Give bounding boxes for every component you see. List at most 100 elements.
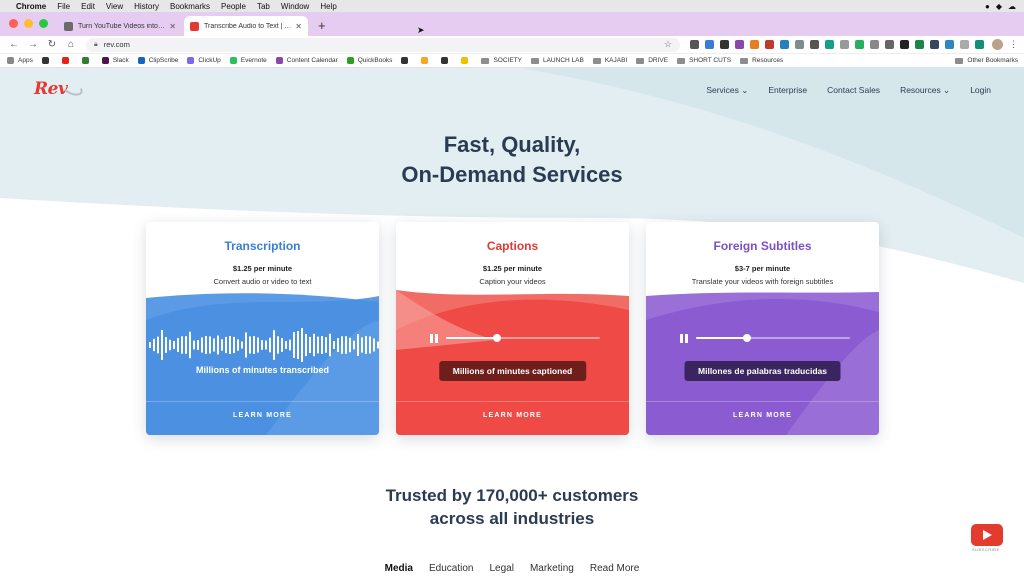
bookmark-item[interactable]: Apps [7, 57, 33, 64]
extension-icon[interactable] [780, 40, 789, 49]
extension-icon[interactable] [825, 40, 834, 49]
menu-history[interactable]: History [134, 2, 159, 11]
progress-knob[interactable] [492, 334, 501, 342]
home-icon[interactable]: ⌂ [66, 39, 76, 50]
nav-contact-sales[interactable]: Contact Sales [827, 85, 880, 96]
dropbox-icon[interactable]: ◆ [996, 2, 1002, 11]
minimize-window-icon[interactable] [24, 19, 33, 28]
bookmark-label: Content Calendar [286, 57, 338, 64]
reload-icon[interactable]: ↻ [47, 39, 57, 50]
tab-media[interactable]: Media [385, 563, 413, 574]
youtube-subscribe-icon[interactable] [971, 524, 1003, 546]
bookmark-item[interactable] [81, 57, 93, 64]
bookmark-item[interactable]: SOCIETY [481, 57, 522, 64]
progress-track[interactable] [446, 334, 600, 342]
pinterest-icon[interactable] [765, 40, 774, 49]
waveform-bar [349, 337, 351, 353]
close-window-icon[interactable] [9, 19, 18, 28]
menu-view[interactable]: View [106, 2, 123, 11]
extension-icon[interactable] [930, 40, 939, 49]
extension-icon[interactable] [750, 40, 759, 49]
record-icon[interactable]: ● [985, 2, 990, 11]
menu-edit[interactable]: Edit [81, 2, 95, 11]
forward-arrow-icon[interactable]: → [28, 39, 38, 50]
back-arrow-icon[interactable]: ← [9, 39, 19, 50]
learn-more-button[interactable]: LEARN MORE [396, 412, 629, 419]
extension-icon[interactable] [705, 40, 714, 49]
bookmark-item[interactable] [421, 57, 432, 64]
bookmark-item[interactable]: QuickBooks [346, 57, 392, 64]
menu-tab[interactable]: Tab [257, 2, 270, 11]
extension-icon[interactable] [915, 40, 924, 49]
pause-icon[interactable] [430, 334, 438, 343]
tab-education[interactable]: Education [429, 563, 473, 574]
bookmark-star-icon[interactable]: ☆ [664, 39, 672, 50]
learn-more-button[interactable]: LEARN MORE [646, 412, 879, 419]
bookmark-item[interactable] [401, 57, 412, 64]
bookmark-item[interactable]: Resources [740, 57, 783, 64]
bookmark-item[interactable]: Evernote [229, 57, 267, 64]
extension-icon[interactable] [795, 40, 804, 49]
lock-icon[interactable]: 🔒︎ [94, 41, 98, 49]
progress-track[interactable] [696, 334, 850, 342]
bookmark-item[interactable] [461, 57, 472, 64]
waveform-bar [285, 341, 287, 349]
close-tab-icon[interactable]: ✕ [169, 22, 176, 31]
menu-help[interactable]: Help [320, 2, 336, 11]
progress-knob[interactable] [742, 334, 751, 342]
extension-icon[interactable] [690, 40, 699, 49]
card-transcription[interactable]: Transcription $1.25 per minute Convert a… [146, 222, 379, 435]
url-input[interactable]: 🔒︎ rev.com ☆ [86, 37, 680, 52]
extension-icon[interactable] [945, 40, 954, 49]
nav-services[interactable]: Services ⌄ [706, 85, 748, 96]
profile-avatar[interactable] [992, 39, 1003, 50]
extension-icon[interactable] [960, 40, 969, 49]
bookmark-item[interactable]: Content Calendar [275, 57, 338, 64]
bookmark-item[interactable]: ClickUp [187, 57, 221, 64]
nav-resources[interactable]: Resources ⌄ [900, 85, 950, 96]
cloud-icon[interactable]: ☁ [1008, 2, 1016, 11]
bookmark-item[interactable]: KAJABI [592, 57, 627, 64]
bookmark-item[interactable]: ClipScribe [137, 57, 178, 64]
close-tab-icon[interactable]: ✕ [295, 22, 302, 31]
other-bookmarks[interactable]: Other Bookmarks [955, 57, 1018, 64]
waveform-bar [329, 333, 331, 357]
bookmark-item[interactable]: Slack [101, 57, 129, 64]
menu-bookmarks[interactable]: Bookmarks [170, 2, 210, 11]
extension-icon[interactable] [735, 40, 744, 49]
learn-more-button[interactable]: LEARN MORE [146, 412, 379, 419]
bookmark-item[interactable] [61, 57, 73, 64]
extension-icon[interactable] [885, 40, 894, 49]
tab-rev-transcribe[interactable]: Transcribe Audio to Text | Transc ✕ [184, 16, 308, 36]
tab-title: Turn YouTube Videos into Blog P [78, 22, 165, 30]
extension-icon[interactable] [975, 40, 984, 49]
maximize-window-icon[interactable] [39, 19, 48, 28]
tab-youtube-blog[interactable]: Turn YouTube Videos into Blog P ✕ [58, 16, 182, 36]
bookmark-item[interactable] [441, 57, 452, 64]
bookmark-item[interactable]: DRIVE [636, 57, 668, 64]
nav-enterprise[interactable]: Enterprise [768, 85, 807, 96]
nav-login[interactable]: Login [970, 85, 991, 96]
menu-file[interactable]: File [57, 2, 70, 11]
tab-read-more[interactable]: Read More [590, 563, 639, 574]
tab-legal[interactable]: Legal [489, 563, 513, 574]
more-menu-icon[interactable]: ⋮ [1009, 39, 1018, 50]
extension-icon[interactable] [900, 40, 909, 49]
card-captions[interactable]: Captions $1.25 per minute Caption your v… [396, 222, 629, 435]
extension-icon[interactable] [855, 40, 864, 49]
tab-marketing[interactable]: Marketing [530, 563, 574, 574]
pause-icon[interactable] [680, 334, 688, 343]
extension-icon[interactable] [720, 40, 729, 49]
menu-app-name[interactable]: Chrome [16, 2, 46, 11]
menu-window[interactable]: Window [281, 2, 309, 11]
bookmark-item[interactable]: SHORT CUTS [677, 57, 731, 64]
new-tab-icon[interactable]: + [318, 18, 326, 33]
bookmark-item[interactable]: LAUNCH LAB [530, 57, 584, 64]
extension-icon[interactable] [810, 40, 819, 49]
camera-icon[interactable] [840, 40, 849, 49]
menu-people[interactable]: People [221, 2, 246, 11]
card-foreign-subtitles[interactable]: Foreign Subtitles $3-7 per minute Transl… [646, 222, 879, 435]
extension-icon[interactable] [870, 40, 879, 49]
rev-logo[interactable]: Rev [34, 79, 68, 99]
bookmark-item[interactable] [41, 57, 53, 64]
